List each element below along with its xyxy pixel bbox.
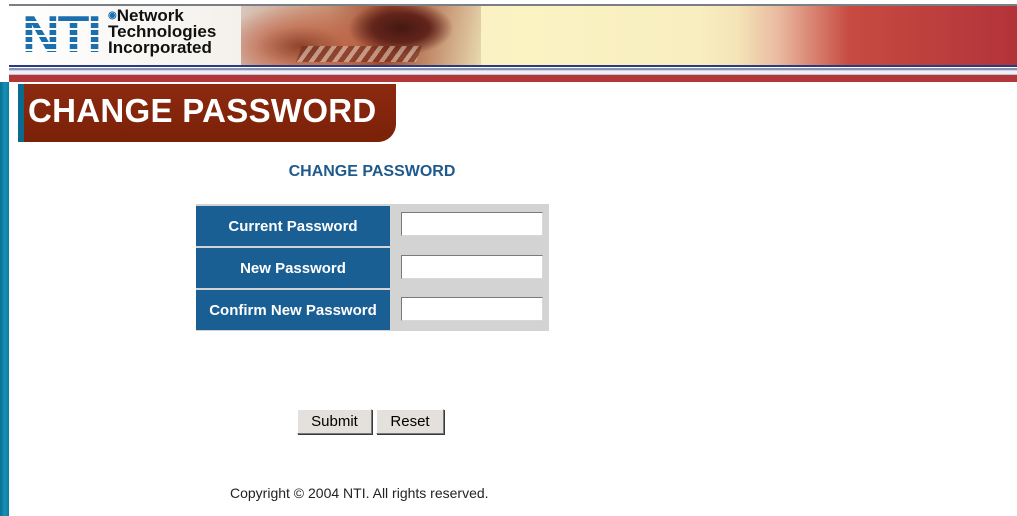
banner-photo-keyboard: [296, 46, 422, 62]
banner-stripes: [9, 65, 1017, 82]
new-password-label: New Password: [196, 248, 390, 288]
confirm-new-password-label: Confirm New Password: [196, 290, 390, 330]
copyright-text: Copyright © 2004 NTI. All rights reserve…: [230, 485, 489, 501]
submit-button[interactable]: Submit: [297, 409, 372, 434]
form-heading: CHANGE PASSWORD: [288, 163, 456, 180]
logo-letters: NTI: [22, 6, 102, 64]
nti-logo: NTI: [16, 8, 106, 62]
confirm-new-password-input[interactable]: [401, 297, 543, 321]
page-title-tab-edge: [18, 84, 24, 142]
left-accent-bar: [0, 82, 9, 516]
new-password-input[interactable]: [401, 255, 543, 279]
reset-button[interactable]: Reset: [376, 409, 444, 434]
page-title: CHANGE PASSWORD: [28, 92, 377, 129]
logo-dot-icon: ◉: [108, 10, 117, 21]
logo-line-3: Incorporated: [108, 38, 212, 57]
logo-company-name: ◉Network Technologies Incorporated: [108, 7, 216, 57]
current-password-label: Current Password: [196, 206, 390, 246]
current-password-input[interactable]: [401, 212, 543, 236]
